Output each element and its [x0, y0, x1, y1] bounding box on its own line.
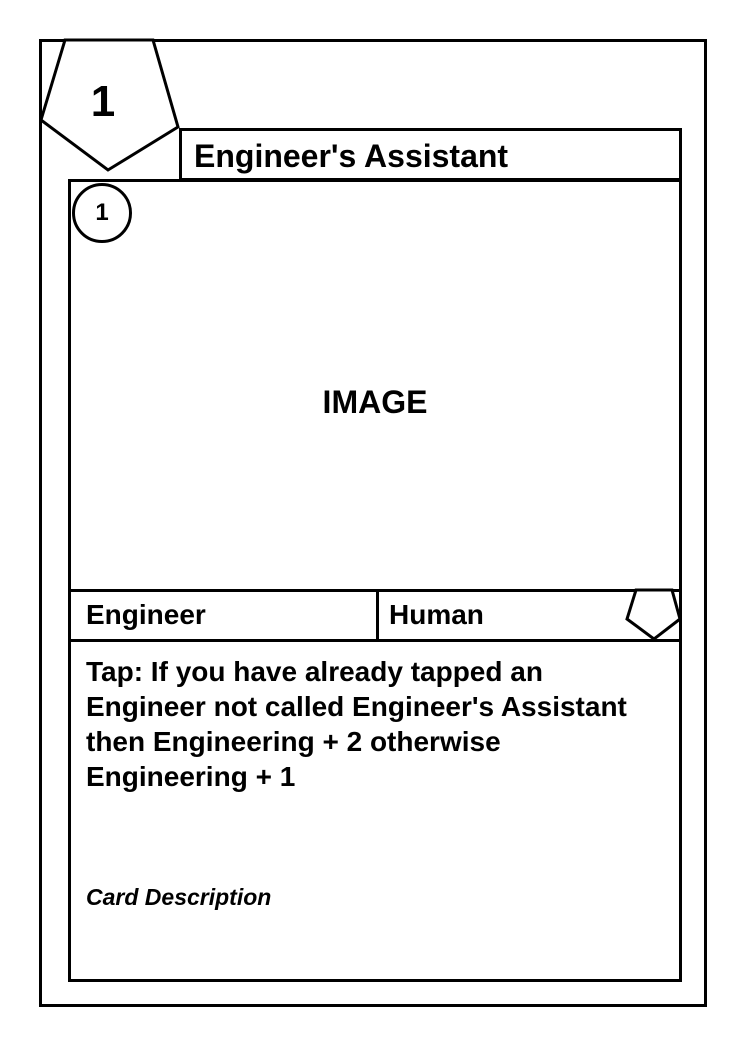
ability-text: Tap: If you have already tapped an Engin…: [86, 656, 627, 792]
card-description: Card Description: [86, 884, 272, 910]
type-divider: [376, 592, 379, 639]
cost-value: 1: [90, 77, 116, 126]
card-text-box: Tap: If you have already tapped an Engin…: [68, 639, 682, 982]
card-title: Engineer's Assistant: [194, 138, 509, 174]
level-value: 1: [95, 199, 109, 226]
level-circle: 1: [72, 183, 132, 243]
title-bar: Engineer's Assistant: [179, 128, 682, 181]
card-image-area: 1 IMAGE: [68, 179, 682, 592]
type-line: Engineer Human: [68, 589, 682, 642]
image-placeholder-label: IMAGE: [322, 384, 428, 420]
card-page: Engineer's Assistant 1 IMAGE Engineer Hu…: [0, 0, 750, 1050]
type-right-label: Human: [389, 599, 484, 630]
type-left-label: Engineer: [86, 599, 206, 630]
